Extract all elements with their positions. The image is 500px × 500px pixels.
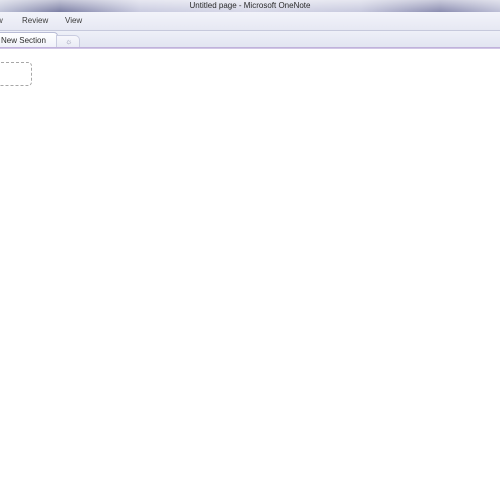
page-canvas[interactable]: [0, 49, 500, 500]
section-tab-new-section-2[interactable]: New Section 2: [0, 32, 58, 60]
onenote-window: Untitled page - Microsoft OneNote w Revi…: [0, 0, 500, 500]
page-title-input[interactable]: [0, 62, 32, 86]
section-tab-row: New Section 2 ☼: [0, 31, 500, 60]
title-bar[interactable]: Untitled page - Microsoft OneNote: [0, 0, 500, 12]
ribbon-tab-review[interactable]: Review: [22, 15, 48, 26]
ribbon-tab-view[interactable]: View: [65, 15, 82, 26]
ribbon-tab-row: w Review View: [0, 12, 500, 31]
window-title: Untitled page - Microsoft OneNote: [189, 1, 311, 10]
new-section-tab[interactable]: ☼: [56, 35, 80, 47]
ribbon-tab-partial[interactable]: w: [0, 15, 3, 26]
new-section-icon: ☼: [65, 37, 73, 46]
